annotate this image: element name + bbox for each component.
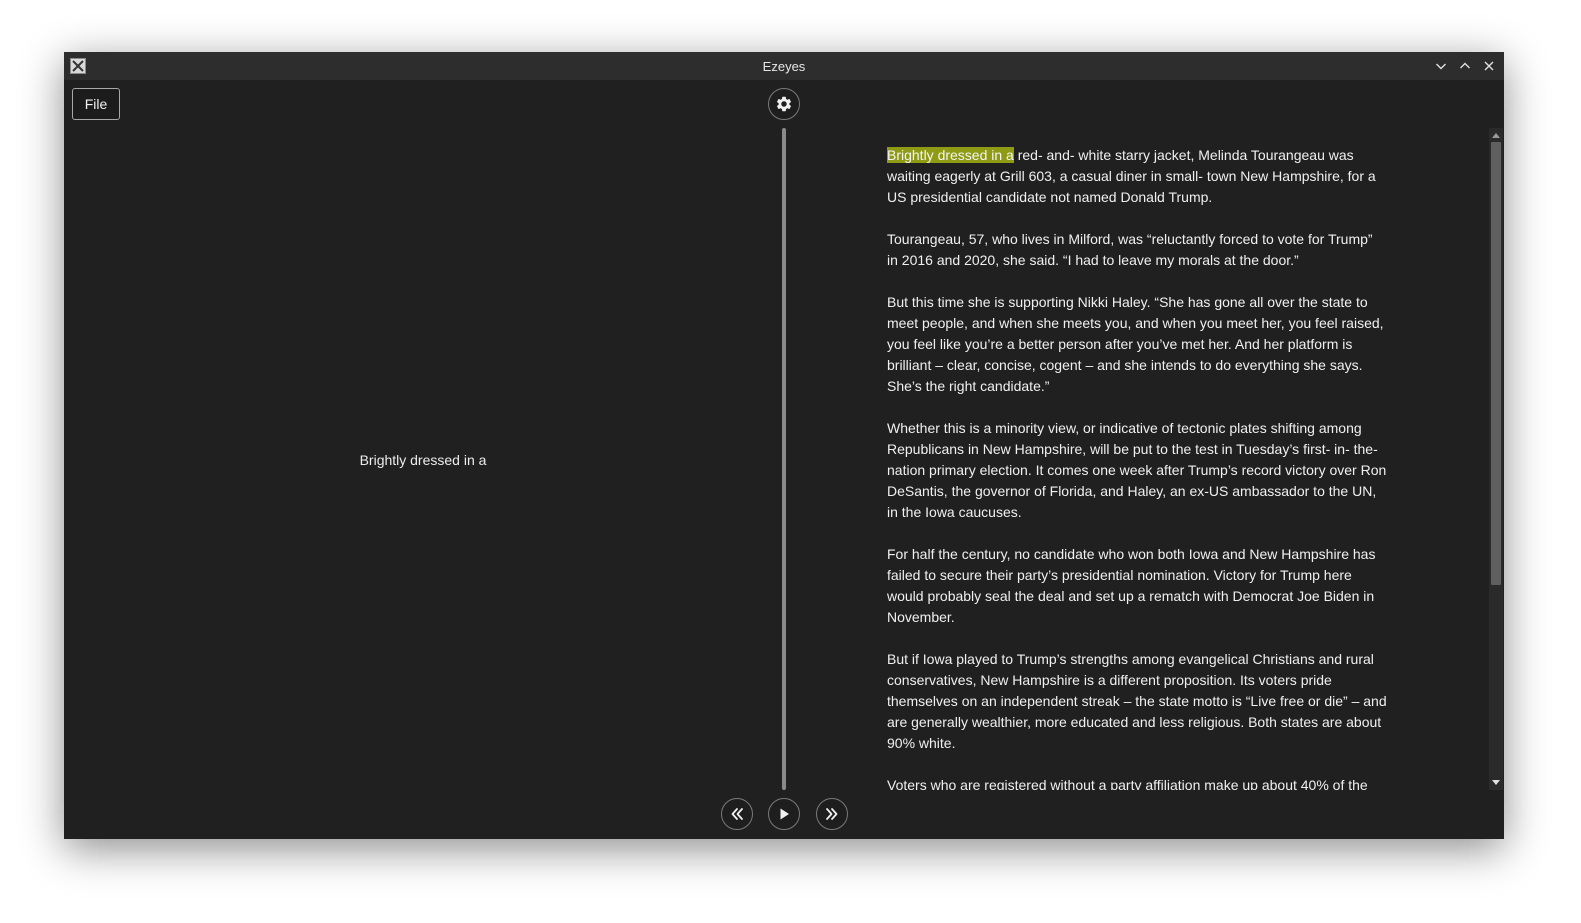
article-paragraph: But if Iowa played to Trump’s strengths … bbox=[887, 651, 1387, 751]
article-paragraph: Tourangeau, 57, who lives in Milford, wa… bbox=[887, 231, 1373, 268]
file-menu-button[interactable]: File bbox=[72, 88, 120, 120]
article-paragraph: For half the century, no candidate who w… bbox=[887, 546, 1376, 625]
article-paragraph: But this time she is supporting Nikki Ha… bbox=[887, 294, 1384, 394]
scrollbar-thumb[interactable] bbox=[1491, 142, 1501, 585]
triangle-up-icon bbox=[1492, 133, 1500, 138]
triangle-down-icon bbox=[1492, 780, 1500, 785]
gear-icon bbox=[776, 96, 792, 112]
play-button[interactable] bbox=[768, 798, 800, 830]
speed-reader-pane: Brightly dressed in a bbox=[64, 128, 782, 792]
minimize-button[interactable] bbox=[1432, 57, 1450, 75]
rewind-button[interactable] bbox=[721, 798, 753, 830]
scroll-up-arrow[interactable] bbox=[1489, 128, 1503, 142]
article-text-view[interactable]: Brightly dressed in a red- and- white st… bbox=[887, 128, 1387, 790]
article-paragraph: Whether this is a minority view, or indi… bbox=[887, 420, 1387, 520]
title-bar[interactable]: Ezeyes bbox=[64, 52, 1504, 80]
article-paragraph: Brightly dressed in a red- and- white st… bbox=[887, 145, 1387, 208]
pane-splitter[interactable] bbox=[782, 128, 786, 790]
chevron-up-icon bbox=[1460, 62, 1470, 69]
article-paragraph: Voters who are registered without a part… bbox=[887, 777, 1368, 790]
play-icon bbox=[780, 808, 789, 820]
highlighted-chunk: Brightly dressed in a bbox=[887, 147, 1014, 163]
app-window: Ezeyes File Brightly dressed in a Bright… bbox=[64, 52, 1504, 839]
double-chevron-left-icon bbox=[731, 808, 743, 820]
maximize-button[interactable] bbox=[1456, 57, 1474, 75]
chevron-down-icon bbox=[1436, 63, 1446, 70]
double-chevron-right-icon bbox=[826, 808, 838, 820]
current-word-chunk: Brightly dressed in a bbox=[359, 452, 487, 468]
window-title: Ezeyes bbox=[762, 59, 806, 74]
settings-button[interactable] bbox=[768, 88, 800, 120]
close-button[interactable] bbox=[1480, 57, 1498, 75]
forward-button[interactable] bbox=[816, 798, 848, 830]
vertical-scrollbar[interactable] bbox=[1489, 128, 1503, 790]
scroll-down-arrow[interactable] bbox=[1489, 776, 1503, 790]
close-icon bbox=[1484, 61, 1494, 71]
